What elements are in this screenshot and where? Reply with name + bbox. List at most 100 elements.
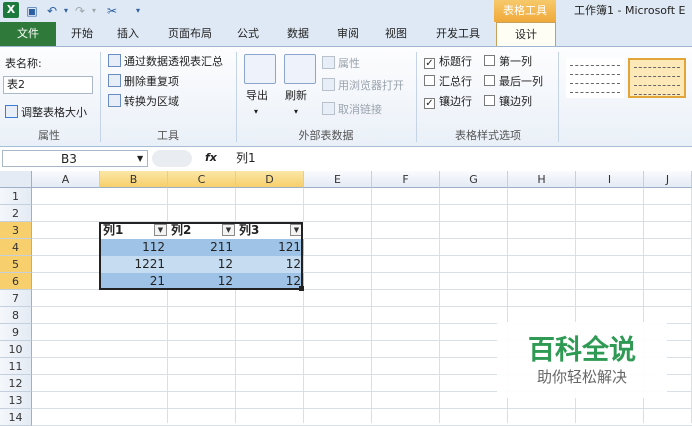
export-dropdown-icon[interactable]: ▾	[254, 104, 258, 120]
export-button-label[interactable]: 导出	[246, 88, 268, 104]
excel-logo-icon[interactable]: X	[3, 2, 19, 18]
pivot-table-icon	[108, 54, 121, 67]
select-all-corner[interactable]	[0, 171, 32, 188]
row-header-14[interactable]: 14	[0, 409, 32, 426]
name-box-dropdown-icon[interactable]: ▼	[137, 151, 143, 167]
customize-quick-access-icon[interactable]: ▾	[130, 3, 146, 19]
fill-handle[interactable]	[299, 286, 304, 291]
remove-duplicates-icon	[108, 74, 121, 87]
convert-range-icon	[108, 94, 121, 107]
refresh-button-label[interactable]: 刷新	[285, 88, 307, 104]
column-header-I[interactable]: I	[576, 171, 644, 188]
watermark: 百科全说 助你轻松解决	[497, 322, 667, 398]
watermark-title: 百科全说	[528, 335, 636, 366]
banded-rows-label: 镶边行	[439, 95, 472, 108]
banded-columns-checkbox[interactable]: 镶边列	[484, 94, 532, 110]
refresh-dropdown-icon[interactable]: ▾	[294, 104, 298, 120]
grid-line-horizontal	[32, 306, 692, 307]
table-tools-context-label: 表格工具	[494, 0, 556, 22]
first-column-checkbox[interactable]: 第一列	[484, 54, 532, 70]
row-header-4[interactable]: 4	[0, 239, 32, 256]
checkbox-box	[424, 75, 435, 86]
properties-label: 属性	[338, 57, 360, 70]
group-label-style-options: 表格样式选项	[455, 129, 521, 142]
open-in-browser-button[interactable]: 用浏览器打开	[322, 78, 404, 94]
open-in-browser-label: 用浏览器打开	[338, 79, 404, 92]
last-column-checkbox[interactable]: 最后一列	[484, 74, 543, 90]
remove-duplicates-label: 删除重复项	[124, 75, 179, 88]
refresh-icon[interactable]	[284, 54, 316, 84]
row-header-1[interactable]: 1	[0, 188, 32, 205]
row-header-5[interactable]: 5	[0, 256, 32, 273]
tab-view[interactable]: 视图	[376, 22, 416, 46]
row-header-2[interactable]: 2	[0, 205, 32, 222]
column-header-J[interactable]: J	[644, 171, 692, 188]
ribbon-separator	[236, 52, 237, 142]
row-header-13[interactable]: 13	[0, 392, 32, 409]
row-header-6[interactable]: 6	[0, 273, 32, 290]
column-header-B[interactable]: B	[100, 171, 168, 188]
table-style-none[interactable]	[566, 58, 624, 98]
tab-review[interactable]: 审阅	[328, 22, 368, 46]
formula-bar-expand-handle[interactable]	[152, 150, 192, 167]
table-selection-outline	[99, 222, 303, 290]
resize-table-button[interactable]: 调整表格大小	[5, 105, 87, 121]
column-header-E[interactable]: E	[304, 171, 372, 188]
banded-columns-label: 镶边列	[499, 95, 532, 108]
summarize-pivot-label: 通过数据透视表汇总	[124, 55, 223, 68]
column-header-G[interactable]: G	[440, 171, 508, 188]
header-row-checkbox[interactable]: ✓ 标题行	[424, 54, 472, 70]
save-icon[interactable]: ▣	[24, 3, 40, 19]
summarize-pivot-button[interactable]: 通过数据透视表汇总	[108, 54, 223, 70]
convert-to-range-button[interactable]: 转换为区域	[108, 94, 179, 110]
checkbox-box	[484, 75, 495, 86]
row-header-10[interactable]: 10	[0, 341, 32, 358]
row-header-9[interactable]: 9	[0, 324, 32, 341]
last-column-label: 最后一列	[499, 75, 543, 88]
insert-function-icon[interactable]: fx	[205, 150, 217, 166]
unlink-button[interactable]: 取消链接	[322, 102, 382, 118]
row-header-3[interactable]: 3	[0, 222, 32, 239]
table-style-selected[interactable]	[628, 58, 686, 98]
column-header-F[interactable]: F	[372, 171, 440, 188]
tab-file[interactable]: 文件	[0, 22, 56, 46]
total-row-checkbox[interactable]: 汇总行	[424, 74, 472, 90]
checkbox-box: ✓	[424, 58, 435, 69]
column-header-D[interactable]: D	[236, 171, 304, 188]
column-header-C[interactable]: C	[168, 171, 236, 188]
column-header-A[interactable]: A	[32, 171, 100, 188]
ribbon-separator	[100, 52, 101, 142]
watermark-subtitle: 助你轻松解决	[536, 368, 627, 386]
table-style-gallery[interactable]	[560, 52, 692, 110]
export-icon[interactable]	[244, 54, 276, 84]
tab-page-layout[interactable]: 页面布局	[158, 22, 222, 46]
window-title: 工作簿1 - Microsoft E	[574, 4, 686, 17]
tab-developer[interactable]: 开发工具	[426, 22, 490, 46]
tab-design[interactable]: 设计	[496, 22, 556, 46]
browser-icon	[322, 78, 335, 91]
group-label-properties: 属性	[38, 129, 60, 142]
row-header-7[interactable]: 7	[0, 290, 32, 307]
table-name-input[interactable]: 表2	[3, 76, 93, 94]
properties-button[interactable]: 属性	[322, 56, 360, 72]
tab-home[interactable]: 开始	[62, 22, 102, 46]
table-name-value: 表2	[7, 78, 25, 91]
tab-data[interactable]: 数据	[278, 22, 318, 46]
formula-input[interactable]: 列1	[226, 150, 692, 167]
header-row-label: 标题行	[439, 55, 472, 68]
group-label-external-data: 外部表数据	[298, 129, 354, 142]
brush-icon[interactable]: ✂	[104, 3, 120, 19]
ribbon-separator	[558, 52, 559, 142]
grid-line-horizontal	[32, 204, 692, 205]
row-header-8[interactable]: 8	[0, 307, 32, 324]
row-header-11[interactable]: 11	[0, 358, 32, 375]
tab-insert[interactable]: 插入	[108, 22, 148, 46]
checkbox-box	[484, 55, 495, 66]
remove-duplicates-button[interactable]: 删除重复项	[108, 74, 179, 90]
redo-dropdown-icon[interactable]: ▾	[86, 3, 102, 19]
banded-rows-checkbox[interactable]: ✓ 镶边行	[424, 94, 472, 110]
column-header-H[interactable]: H	[508, 171, 576, 188]
tab-formulas[interactable]: 公式	[228, 22, 268, 46]
name-box[interactable]: B3 ▼	[2, 150, 148, 167]
row-header-12[interactable]: 12	[0, 375, 32, 392]
